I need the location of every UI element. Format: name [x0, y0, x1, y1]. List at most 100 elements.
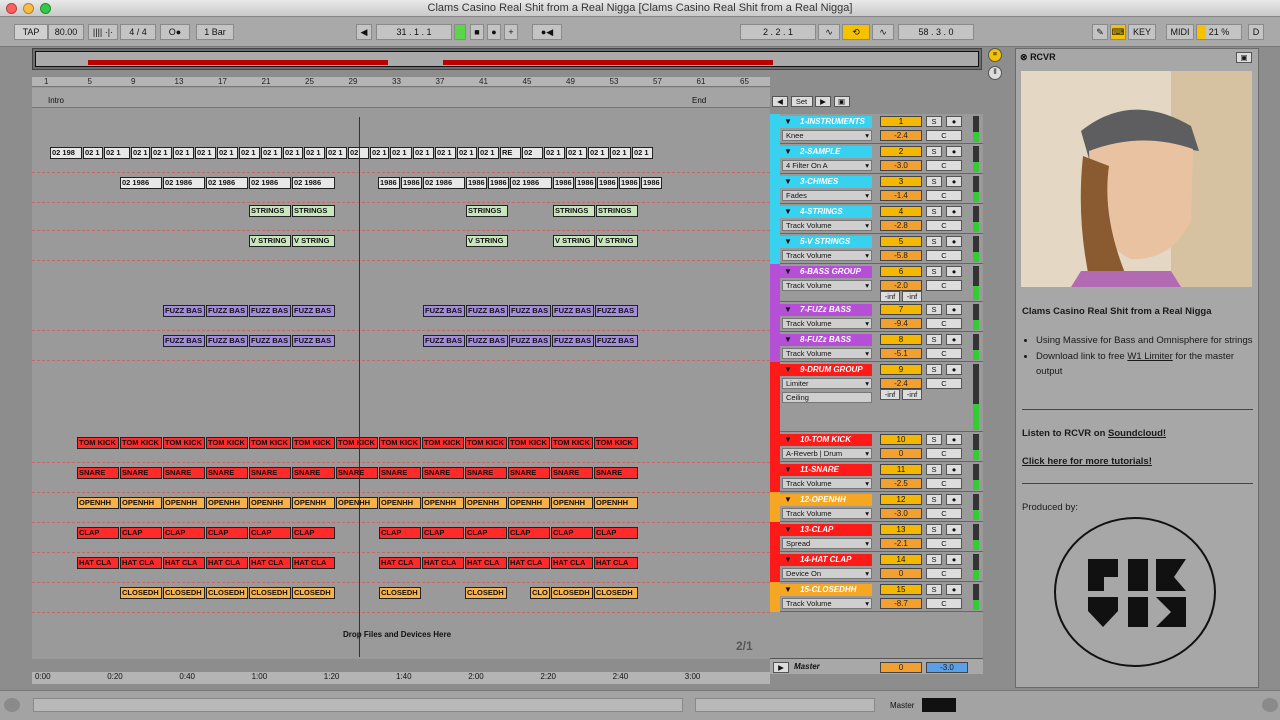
mixer-track[interactable]: ▼ 9-DRUM GROUP Limiter ▾ 9 -2.4 S ● C Ceil… — [770, 362, 983, 432]
arrangement-clip[interactable]: CLOSEDH — [594, 587, 638, 599]
arrangement-clip[interactable]: CLAP — [379, 527, 421, 539]
fold-icon[interactable]: ▼ — [784, 206, 792, 218]
stop-icon[interactable]: ■ — [470, 24, 484, 40]
arrangement-clip[interactable]: CLAP — [249, 527, 291, 539]
arrangement-clip[interactable]: FUZZ BAS — [163, 305, 205, 317]
track-lane[interactable]: 02 198 02 1 02 1 02 1 02 1 02 1 02 1 02 1 02 1 02… — [32, 145, 770, 173]
arrangement-clip[interactable]: FUZZ BAS — [509, 305, 551, 317]
device-chooser[interactable]: Track Volume ▾ — [782, 318, 872, 329]
arrangement-clip[interactable]: 02 1986 — [510, 177, 552, 189]
arrangement-clip[interactable]: SNARE — [292, 467, 335, 479]
arrangement-clip[interactable]: SNARE — [379, 467, 421, 479]
arrangement-clip[interactable]: 02 1 — [217, 147, 238, 159]
arrangement-clip[interactable]: HAT CLA — [292, 557, 335, 569]
locator-bar[interactable]: Intro End — [32, 88, 770, 108]
arrangement-clip[interactable]: STRINGS — [596, 205, 638, 217]
arrangement-clip[interactable]: SNARE — [551, 467, 593, 479]
beat-ruler[interactable]: 1 5 9 13 17 21 25 29 33 37 41 45 49 53 57 61 65 — [32, 77, 770, 87]
mixer-track[interactable]: ▼ 13-CLAP Spread ▾ 13 -2.1 S ● C — [770, 522, 983, 552]
soundcloud-link[interactable]: Soundcloud! — [1108, 428, 1166, 439]
arrangement-clip[interactable]: CLOSEDH — [206, 587, 248, 599]
arrangement-clip[interactable]: TOM KICK — [379, 437, 421, 449]
track-activator[interactable]: 4 — [880, 206, 922, 217]
arrangement-clip[interactable]: 1986 — [401, 177, 422, 189]
crossfade-button[interactable]: C — [926, 448, 962, 459]
track-lane[interactable]: HAT CLA HAT CLA HAT CLA HAT CLA HAT CLA HAT C… — [32, 555, 770, 583]
device-chooser[interactable]: Track Volume ▾ — [782, 280, 872, 291]
arrangement-clip[interactable]: 02 1 — [566, 147, 587, 159]
track-name[interactable]: ▼ 12-OPENHH — [780, 494, 872, 506]
arrangement-clip[interactable]: V STRING — [249, 235, 291, 247]
mixer-track[interactable]: ▼ 1-INSTRUMENTS Knee ▾ 1 -2.4 S ● C — [770, 114, 983, 144]
arrangement-clip[interactable]: OPENHH — [292, 497, 335, 509]
crossfade-button[interactable]: C — [926, 378, 962, 389]
track-name[interactable]: ▼ 5-V STRINGS — [780, 236, 872, 248]
arrangement-clip[interactable]: OPENHH — [422, 497, 464, 509]
device-chooser[interactable]: Track Volume ▾ — [782, 598, 872, 609]
device-chooser[interactable]: 4 Filter On A ▾ — [782, 160, 872, 171]
solo-button[interactable]: S — [926, 584, 942, 595]
track-volume[interactable]: -8.7 — [880, 598, 922, 609]
time-ruler[interactable]: 0:00 0:20 0:40 1:00 1:20 1:40 2:00 2:20 2:40 3:00 — [32, 672, 770, 684]
arrangement-clip[interactable]: TOM KICK — [465, 437, 507, 449]
arrangement-clip[interactable]: HAT CLA — [551, 557, 593, 569]
arrangement-clip[interactable]: TOM KICK — [551, 437, 593, 449]
arm-button[interactable]: ● — [946, 364, 962, 375]
arrangement-clip[interactable]: CLOSEDH — [249, 587, 291, 599]
arrangement-clip[interactable]: SNARE — [120, 467, 162, 479]
arrangement-clip[interactable]: FUZZ BAS — [423, 335, 465, 347]
arrangement-clip[interactable]: FUZZ BAS — [292, 305, 335, 317]
info-view-toggle-icon[interactable] — [4, 698, 20, 712]
arrangement-clip[interactable]: CLAP — [594, 527, 638, 539]
track-activator[interactable]: 2 — [880, 146, 922, 157]
arrangement-clip[interactable]: 1986 — [466, 177, 487, 189]
track-lane[interactable]: CLOSEDH CLOSEDH CLOSEDH CLOSEDH CLOSEDH CLOSE… — [32, 585, 770, 613]
detail-view-toggle-icon[interactable] — [1262, 698, 1278, 712]
track-volume[interactable]: -2.1 — [880, 538, 922, 549]
arrangement-clip[interactable]: STRINGS — [466, 205, 508, 217]
track-name[interactable]: ▼ 9-DRUM GROUP — [780, 364, 872, 376]
device-chooser[interactable]: Ceiling — [782, 392, 872, 403]
track-name[interactable]: ▼ 4-STRINGS — [780, 206, 872, 218]
track-volume[interactable]: -5.1 — [880, 348, 922, 359]
track-name[interactable]: ▼ 7-FUZz BASS — [780, 304, 872, 316]
device-chooser[interactable]: Knee ▾ — [782, 130, 872, 141]
arm-button[interactable]: ● — [946, 266, 962, 277]
arrangement-clip[interactable]: 02 1 — [588, 147, 609, 159]
arrangement-clip[interactable]: OPENHH — [206, 497, 248, 509]
automation-arm-icon[interactable]: ●◀ — [532, 24, 562, 40]
solo-button[interactable]: S — [926, 554, 942, 565]
track-activator[interactable]: 12 — [880, 494, 922, 505]
track-name[interactable]: ▼ 8-FUZz BASS — [780, 334, 872, 346]
arrangement-clip[interactable]: FUZZ BAS — [206, 335, 248, 347]
arm-button[interactable]: ● — [946, 464, 962, 475]
arrangement-clip[interactable]: TOM KICK — [249, 437, 291, 449]
arrangement-clip[interactable]: TOM KICK — [206, 437, 248, 449]
arrangement-clip[interactable]: 02 198 — [50, 147, 82, 159]
arrangement-clip[interactable]: OPENHH — [120, 497, 162, 509]
arrangement-clip[interactable]: 1986 — [641, 177, 662, 189]
arrangement-clip[interactable]: CLAP — [120, 527, 162, 539]
metronome-bars-icon[interactable]: |||| ·|· — [88, 24, 118, 40]
track-name[interactable]: ▼ 10-TOM KICK — [780, 434, 872, 446]
arrangement-clip[interactable]: 02 1 — [239, 147, 260, 159]
arrangement-clip[interactable]: V STRING — [292, 235, 335, 247]
crossfade-button[interactable]: C — [926, 130, 962, 141]
track-volume[interactable]: -2.0 — [880, 280, 922, 291]
track-lane[interactable]: 02 1986 02 1986 02 1986 02 1986 02 1986 1986 1… — [32, 175, 770, 203]
arrangement-clip[interactable]: CLAP — [465, 527, 507, 539]
master-pan[interactable]: -3.0 — [926, 662, 968, 673]
arm-button[interactable]: ● — [946, 304, 962, 315]
track-name[interactable]: ▼ 6-BASS GROUP — [780, 266, 872, 278]
minimize-window-button[interactable] — [23, 3, 34, 14]
locator-end[interactable]: End — [692, 96, 706, 105]
midi-map-button[interactable]: MIDI — [1166, 24, 1194, 40]
locator-intro[interactable]: Intro — [48, 96, 64, 105]
crossfade-button[interactable]: C — [926, 220, 962, 231]
arrangement-clip[interactable]: 02 1 — [413, 147, 434, 159]
arrangement-clip[interactable]: TOM KICK — [163, 437, 205, 449]
arrangement-clip[interactable]: 02 1986 — [423, 177, 465, 189]
arrangement-clip[interactable]: OPENHH — [465, 497, 507, 509]
solo-button[interactable]: S — [926, 176, 942, 187]
arrangement-clip[interactable]: HAT CLA — [120, 557, 162, 569]
